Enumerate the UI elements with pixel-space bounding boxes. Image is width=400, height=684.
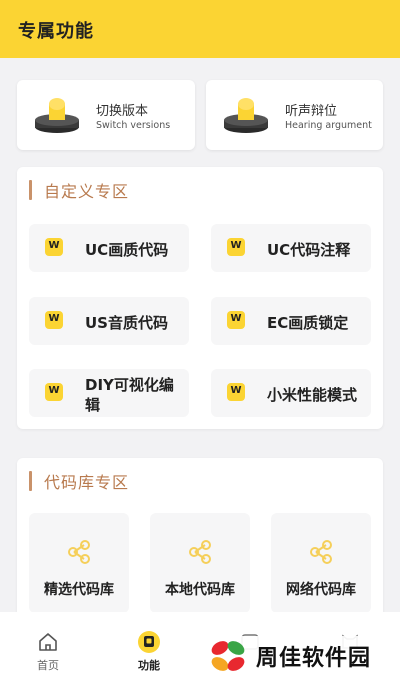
custom-section: 自定义专区 W UC画质代码 W UC代码注释 W US音质代码 W EC画质锁… <box>17 167 383 429</box>
hearing-argument-card[interactable]: 听声辩位 Hearing argument <box>206 80 383 150</box>
w-badge-icon: W <box>45 238 63 256</box>
feature-label: EC画质锁定 <box>267 314 349 332</box>
section-accent-bar <box>29 471 32 491</box>
section-accent-bar <box>29 180 32 200</box>
w-badge-icon: W <box>45 383 63 401</box>
local-library-card[interactable]: 本地代码库 <box>150 513 250 613</box>
hearing-argument-title: 听声辩位 <box>285 104 338 119</box>
library-label: 网络代码库 <box>286 582 356 598</box>
watermark-text: 周佳软件园 <box>256 646 372 671</box>
home-icon <box>39 633 57 651</box>
hearing-argument-subtitle: Hearing argument <box>285 120 372 131</box>
library-section-title: 代码库专区 <box>44 473 130 492</box>
tab-features-label: 功能 <box>138 659 160 672</box>
library-label: 本地代码库 <box>165 582 235 598</box>
custom-section-title: 自定义专区 <box>44 182 130 201</box>
custom-section-heading: 自定义专区 <box>29 179 129 201</box>
library-section-heading: 代码库专区 <box>29 470 129 492</box>
feature-label: DIY可视化编辑 <box>85 376 174 414</box>
tab-home[interactable]: 首页 <box>18 630 78 673</box>
feature-xiaomi-performance[interactable]: W 小米性能模式 <box>211 369 371 417</box>
watermark: 周佳软件园 <box>206 636 382 676</box>
switch-versions-subtitle: Switch versions <box>96 120 171 131</box>
w-badge-icon: W <box>227 311 245 329</box>
network-library-card[interactable]: 网络代码库 <box>271 513 371 613</box>
w-badge-icon: W <box>227 383 245 401</box>
feature-uc-quality-code[interactable]: W UC画质代码 <box>29 224 189 272</box>
feature-diy-visual-edit[interactable]: W DIY可视化编辑 <box>29 369 189 417</box>
featured-library-card[interactable]: 精选代码库 <box>29 513 129 613</box>
features-icon <box>138 631 160 653</box>
feature-label: UC画质代码 <box>85 241 169 259</box>
tab-home-label: 首页 <box>37 659 59 672</box>
watermark-logo-icon <box>211 641 245 671</box>
switch-versions-title: 切换版本 <box>96 104 149 119</box>
feature-ec-quality-lock[interactable]: W EC画质锁定 <box>211 297 371 345</box>
w-badge-icon: W <box>45 311 63 329</box>
feature-us-audio-code[interactable]: W US音质代码 <box>29 297 189 345</box>
share-nodes-icon <box>189 540 211 564</box>
feature-label: 小米性能模式 <box>267 386 358 404</box>
feature-uc-code-comment[interactable]: W UC代码注释 <box>211 224 371 272</box>
button-lamp-icon <box>35 98 79 133</box>
tab-features[interactable]: 功能 <box>119 630 179 673</box>
share-nodes-icon <box>68 540 90 564</box>
switch-versions-card[interactable]: 切换版本 Switch versions <box>17 80 195 150</box>
w-badge-icon: W <box>227 238 245 256</box>
button-lamp-icon <box>224 98 268 133</box>
library-label: 精选代码库 <box>44 582 114 598</box>
page-title: 专属功能 <box>18 21 94 42</box>
library-section: 代码库专区 精选代码库 本地代码库 网络代码库 <box>17 458 383 618</box>
feature-label: US音质代码 <box>85 314 168 332</box>
app-header: 专属功能 <box>0 0 400 58</box>
feature-label: UC代码注释 <box>267 241 351 259</box>
share-nodes-icon <box>310 540 332 564</box>
